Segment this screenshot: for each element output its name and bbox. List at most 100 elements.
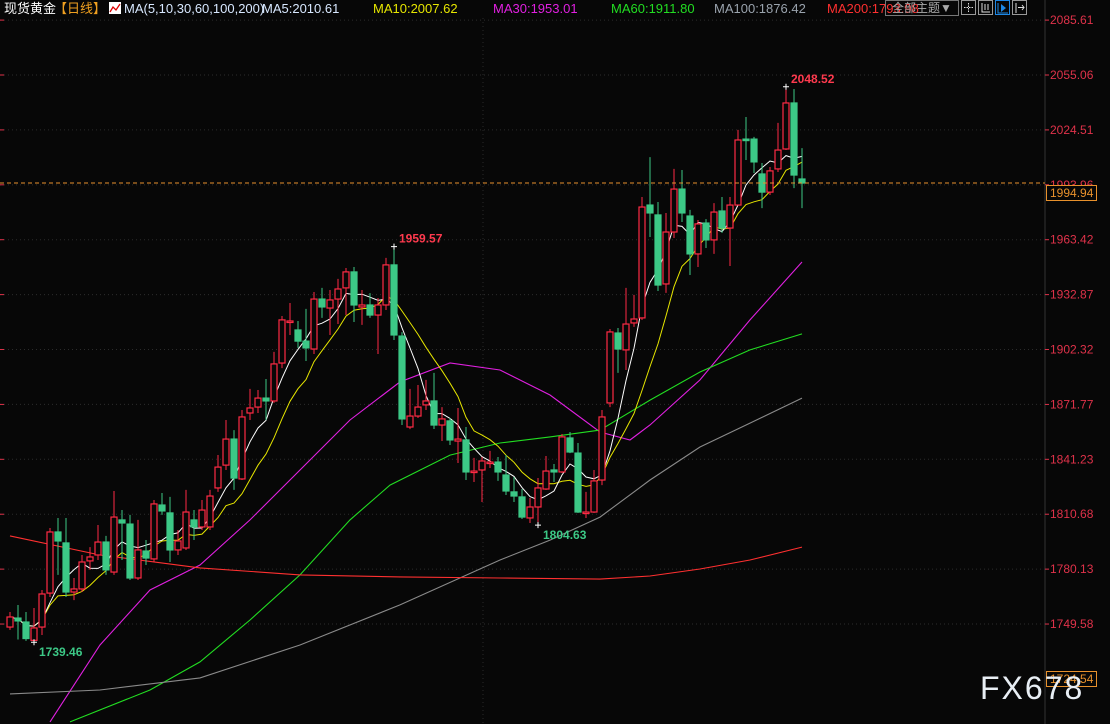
candle-body — [150, 503, 158, 560]
candle-body — [318, 298, 326, 308]
candle — [214, 455, 222, 492]
candle-body — [206, 495, 214, 528]
candle — [278, 315, 286, 369]
candle-body — [558, 436, 566, 473]
candle-body — [582, 511, 590, 515]
candle — [38, 590, 46, 635]
candle — [438, 407, 446, 442]
candle — [342, 267, 350, 316]
candle-body — [142, 550, 150, 559]
crosshair-icon[interactable] — [961, 0, 976, 15]
candle-body — [734, 139, 742, 206]
candle-body — [518, 496, 526, 518]
candle — [398, 332, 406, 426]
candle — [6, 611, 14, 630]
candle-body — [398, 335, 406, 420]
candle-body — [670, 188, 678, 233]
candle — [790, 88, 798, 189]
y-tick-label: 1810.68 — [1050, 507, 1094, 521]
candle — [614, 327, 622, 373]
period-label[interactable]: 【日线】 — [54, 2, 106, 16]
candle-body — [334, 288, 342, 300]
candle — [374, 297, 382, 355]
candle-body — [350, 271, 358, 306]
candle — [470, 457, 478, 483]
range-icon[interactable] — [978, 0, 993, 15]
candle-body — [622, 323, 630, 351]
candle-body — [54, 531, 62, 542]
candle-body — [310, 298, 318, 350]
candle — [510, 476, 518, 502]
candle — [582, 491, 590, 518]
low-annotation: 1739.46 — [39, 645, 83, 659]
candle-body — [710, 211, 718, 241]
ma-params[interactable]: MA(5,10,30,60,100,200) — [124, 2, 264, 16]
candle-body — [406, 415, 414, 428]
candle-body — [454, 438, 462, 442]
candle-body — [566, 437, 574, 453]
candle — [270, 351, 278, 403]
candle-body — [102, 541, 110, 571]
candle-body — [606, 331, 614, 404]
candle-body — [654, 214, 662, 286]
candle — [22, 611, 30, 641]
ma60-line — [69, 333, 803, 723]
candle — [718, 196, 726, 233]
ma10-value: MA10:2007.62 — [373, 1, 458, 16]
candle — [638, 196, 646, 320]
candle-body — [302, 340, 310, 349]
candle — [118, 510, 126, 561]
indicator-icon[interactable] — [109, 2, 121, 14]
candle-body — [374, 304, 382, 316]
candle — [166, 496, 174, 562]
candle-body — [70, 588, 78, 593]
candle-body — [166, 512, 174, 551]
chart-header: 现货黄金 【日线】 MA(5,10,30,60,100,200) MA5:201… — [0, 0, 1110, 18]
watermark: FX678 — [980, 670, 1085, 706]
candle-body — [726, 204, 734, 229]
ma5-value: MA5:2010.61 — [262, 1, 340, 16]
candle — [670, 168, 678, 238]
low-annotation: 1804.63 — [543, 528, 587, 542]
candle-body — [694, 223, 702, 255]
candle-body — [486, 461, 494, 465]
candle — [198, 499, 206, 530]
candle-body — [462, 439, 470, 473]
candle — [630, 294, 638, 327]
play-icon[interactable] — [995, 0, 1010, 15]
candle — [134, 519, 142, 580]
candle-body — [222, 438, 230, 466]
last-price-label: 1994.94 — [1046, 185, 1098, 201]
candle — [62, 517, 70, 598]
candle — [102, 535, 110, 575]
candle-body — [278, 319, 286, 364]
candle — [518, 489, 526, 520]
move-right-icon[interactable] — [1012, 0, 1027, 15]
candlestick-chart[interactable]: 2085.612055.062024.511993.961963.421932.… — [0, 0, 1110, 724]
candle-body — [214, 466, 222, 489]
candle — [782, 86, 790, 151]
y-tick-label: 1932.87 — [1050, 288, 1094, 302]
candle-body — [526, 506, 534, 519]
candle-body — [574, 452, 582, 513]
candle-body — [118, 519, 126, 524]
candle-body — [6, 616, 14, 628]
candle — [94, 524, 102, 561]
candle-body — [14, 617, 22, 622]
candle-body — [342, 271, 350, 289]
candle-body — [430, 400, 438, 426]
candle — [606, 329, 614, 408]
candle-body — [38, 593, 46, 628]
candle — [78, 554, 86, 593]
candle — [70, 577, 78, 601]
candle-body — [718, 210, 726, 229]
candle-body — [614, 332, 622, 350]
candle-body — [366, 304, 374, 316]
candle — [654, 201, 662, 291]
theme-select-button[interactable]: 全部主题▼ — [885, 0, 959, 16]
candle — [686, 209, 694, 275]
candle-body — [294, 329, 302, 342]
candle-body — [126, 523, 134, 579]
candle — [422, 379, 430, 410]
candle-body — [358, 304, 366, 308]
